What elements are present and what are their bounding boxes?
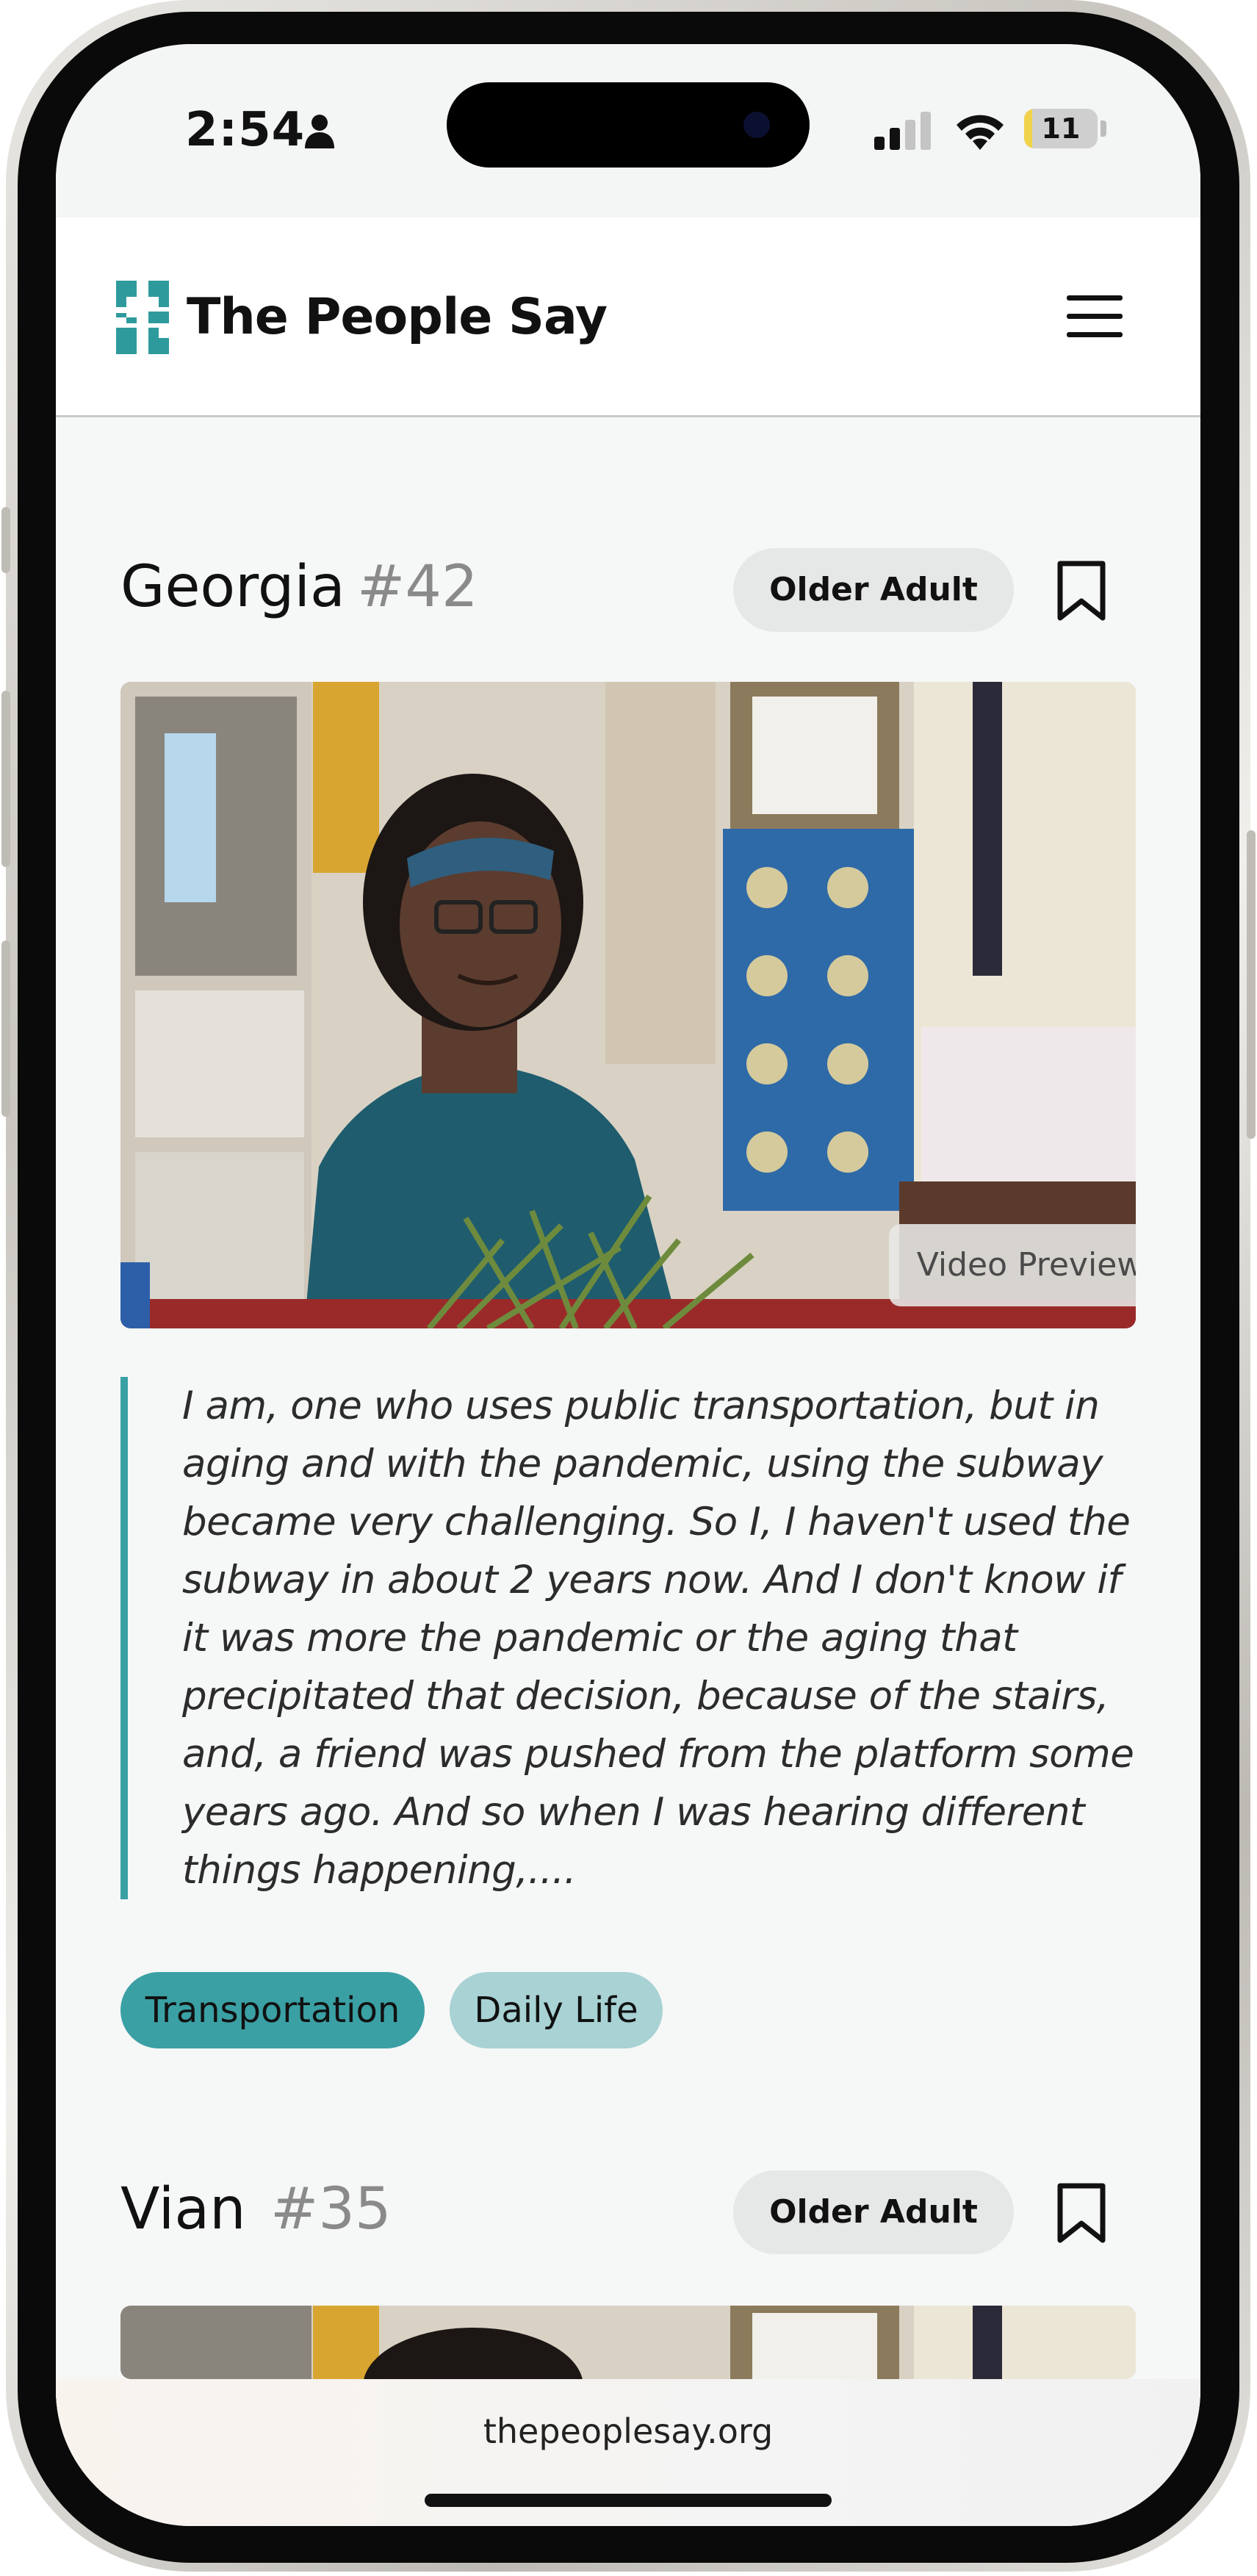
battery-icon: 11 bbox=[1024, 109, 1098, 148]
hamburger-menu-icon[interactable] bbox=[1067, 295, 1123, 338]
brand-name[interactable]: The People Say bbox=[187, 288, 608, 346]
person-icon bbox=[305, 115, 334, 148]
volume-up-button bbox=[1, 691, 10, 867]
site-header: The People Say bbox=[56, 217, 1200, 417]
action-button bbox=[1, 507, 10, 573]
screen: 2:54 11 The People Say Georgia #42 Older… bbox=[56, 44, 1200, 2526]
battery-cap bbox=[1101, 120, 1106, 137]
wifi-icon bbox=[957, 115, 1004, 150]
volume-down-button bbox=[1, 940, 10, 1117]
logo-icon bbox=[116, 281, 169, 354]
camera-icon bbox=[743, 112, 770, 138]
video-thumbnail[interactable] bbox=[120, 2306, 1136, 2379]
video-preview-button[interactable]: Video Preview bbox=[889, 1224, 1136, 1306]
cellular-signal-icon bbox=[874, 112, 931, 150]
story-name: Georgia bbox=[120, 554, 345, 620]
story-quote: I am, one who uses public transportation… bbox=[120, 1377, 1149, 1899]
home-indicator[interactable] bbox=[425, 2494, 832, 2507]
category-badge: Older Adult bbox=[733, 2170, 1014, 2254]
category-badge: Older Adult bbox=[733, 548, 1014, 632]
video-thumbnail-image bbox=[120, 2306, 1136, 2379]
bookmark-icon[interactable] bbox=[1056, 2182, 1106, 2244]
battery-percent: 11 bbox=[1041, 112, 1081, 145]
dynamic-island bbox=[447, 82, 810, 168]
status-time: 2:54 bbox=[185, 103, 306, 157]
story-name: Vian bbox=[120, 2176, 246, 2242]
video-thumbnail[interactable]: Video Preview bbox=[120, 682, 1136, 1328]
browser-address-bar: thepeoplesay.org bbox=[56, 2379, 1200, 2526]
status-bar: 2:54 11 bbox=[56, 44, 1200, 217]
tag-daily-life[interactable]: Daily Life bbox=[450, 1972, 663, 2048]
tag-transportation[interactable]: Transportation bbox=[120, 1972, 425, 2048]
url-text[interactable]: thepeoplesay.org bbox=[56, 2411, 1200, 2451]
power-button bbox=[1247, 830, 1256, 1139]
story-number: #42 bbox=[357, 554, 478, 620]
quote-text: I am, one who uses public transportation… bbox=[182, 1384, 1134, 1893]
bookmark-icon[interactable] bbox=[1056, 560, 1106, 622]
story-number: #35 bbox=[270, 2176, 392, 2242]
story-card: Georgia #42 Older Adult Video Preview I … bbox=[56, 420, 1200, 2048]
